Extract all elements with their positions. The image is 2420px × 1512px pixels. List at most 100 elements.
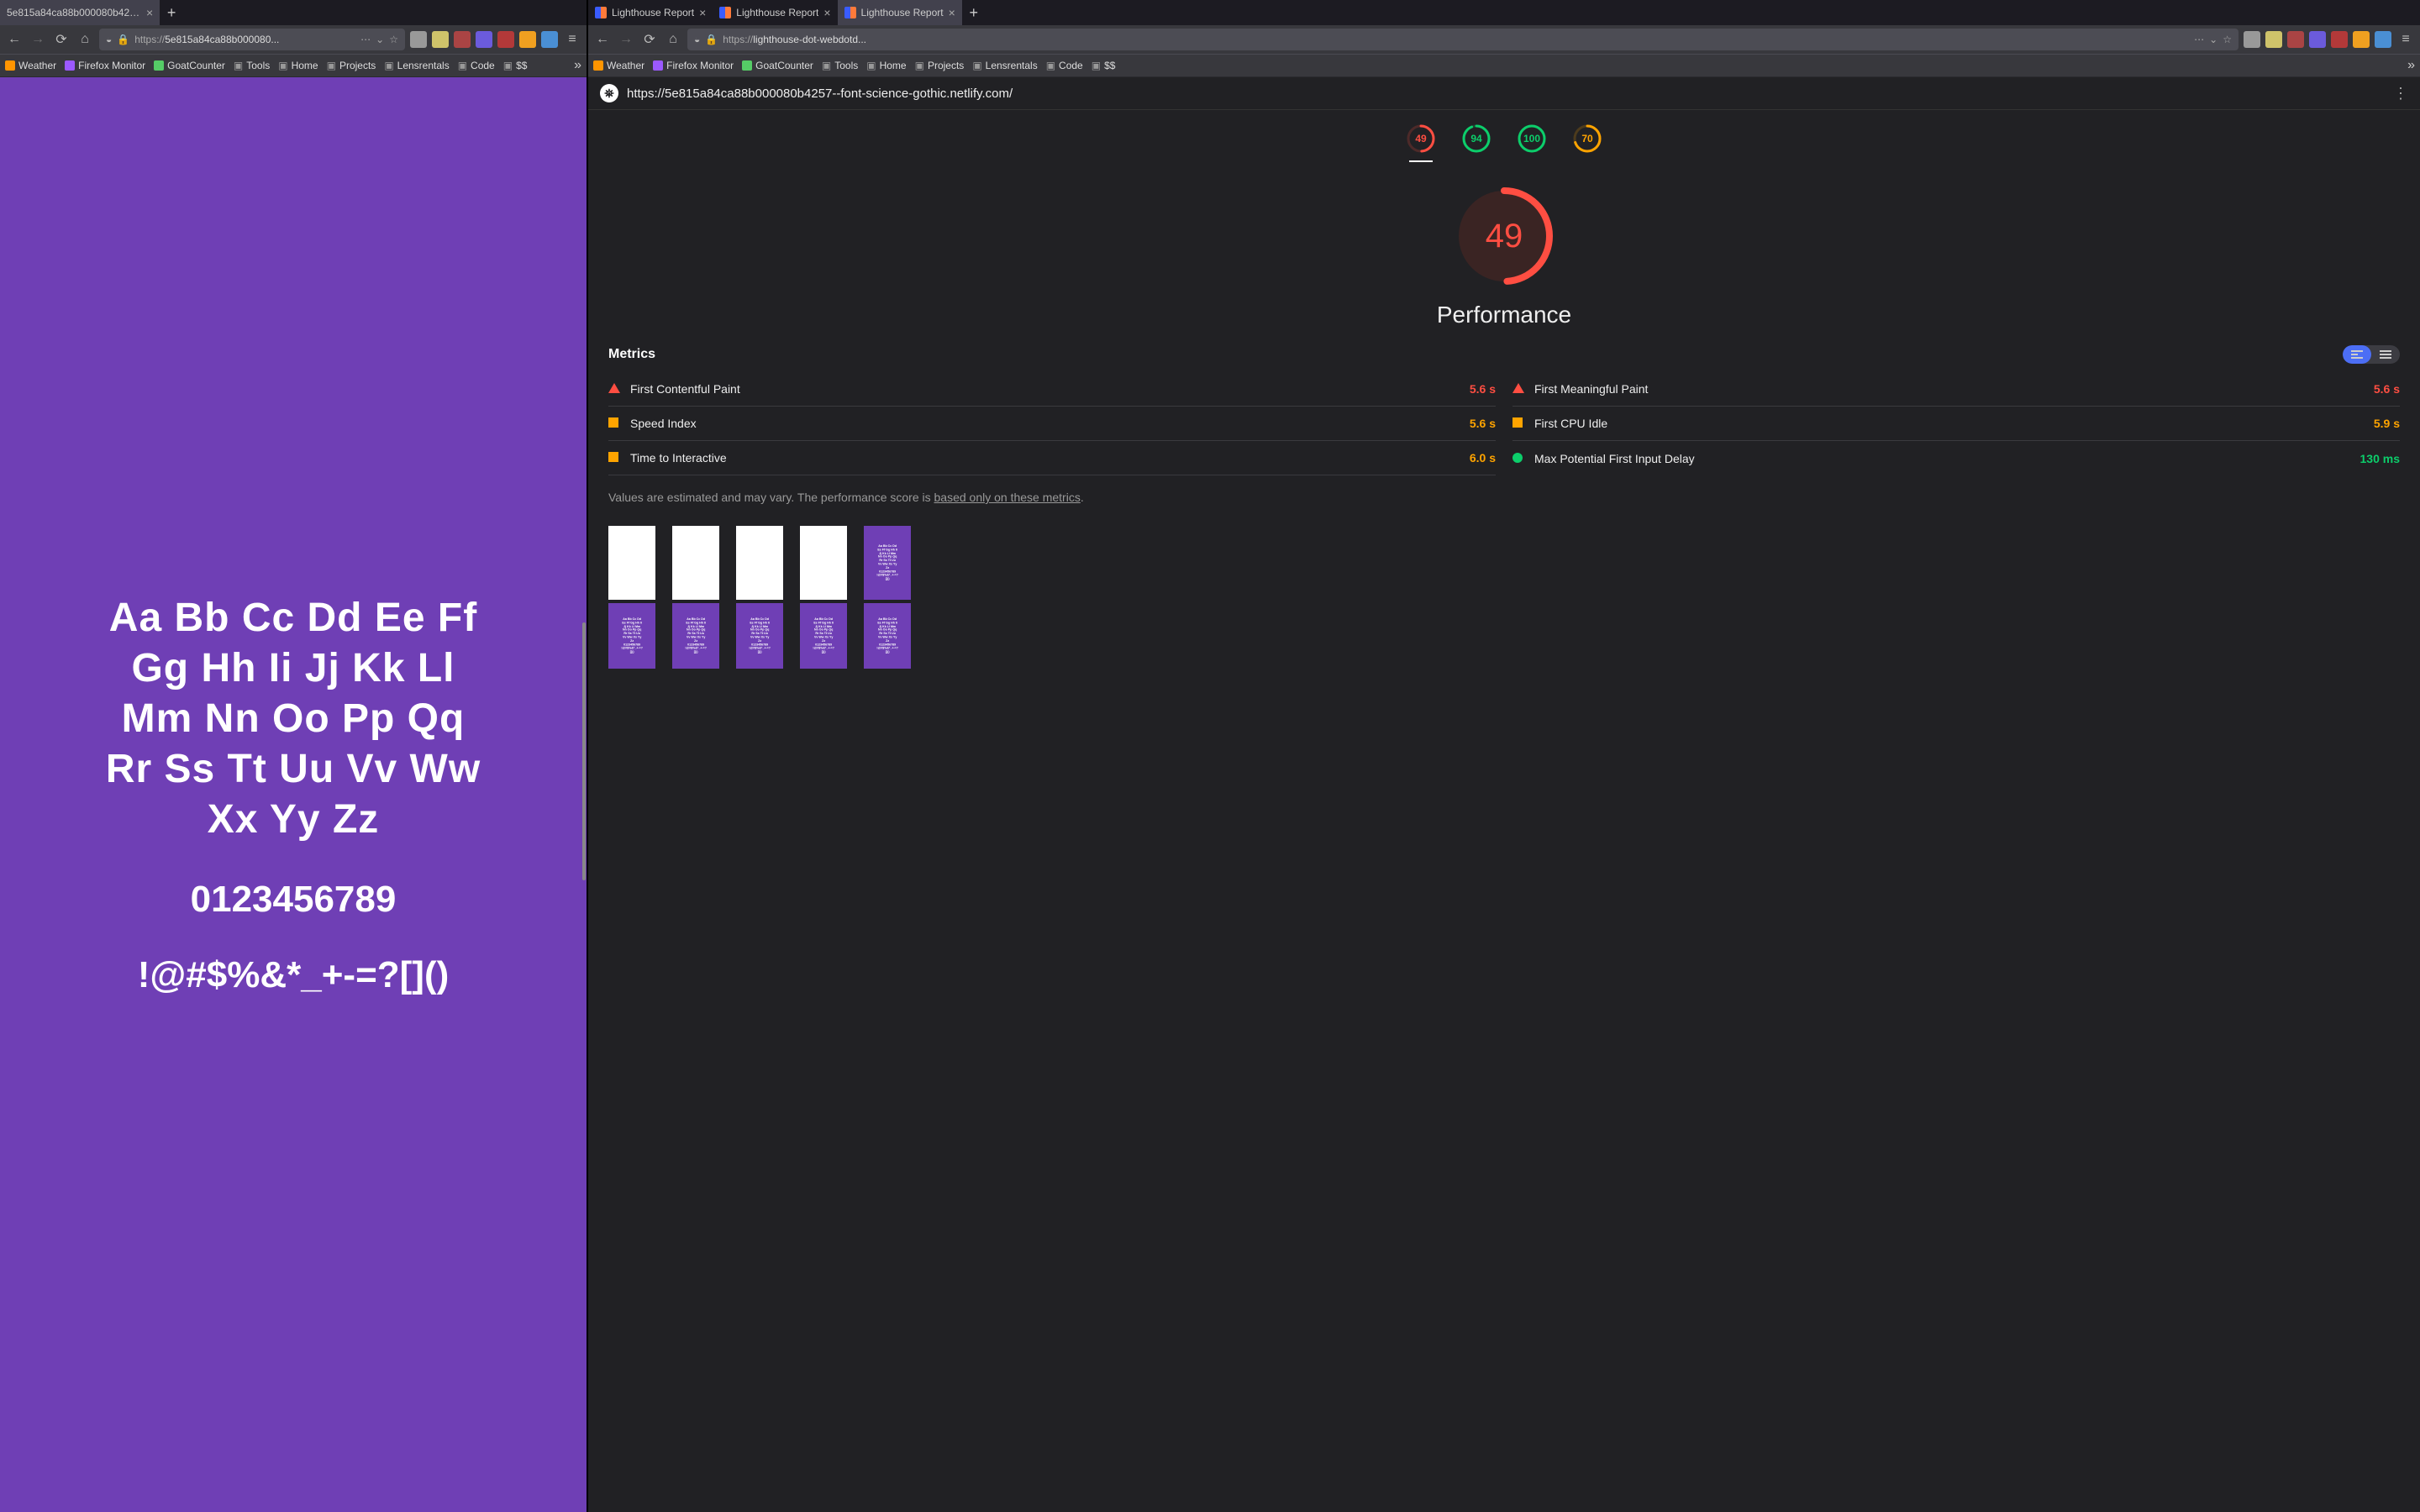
tab[interactable]: Lighthouse Report×: [713, 0, 837, 25]
bookmark-item[interactable]: GoatCounter: [742, 60, 813, 71]
close-icon[interactable]: ×: [146, 6, 153, 19]
back-button[interactable]: ←: [5, 30, 24, 49]
view-toggle-expanded[interactable]: [2343, 345, 2371, 364]
metric-row[interactable]: First CPU Idle5.9 s: [1512, 407, 2400, 441]
extension-icon[interactable]: [2265, 31, 2282, 48]
bookmark-item[interactable]: Weather: [593, 60, 644, 71]
forward-button[interactable]: →: [617, 30, 635, 49]
new-tab-button[interactable]: +: [160, 0, 183, 25]
extension-icon[interactable]: [432, 31, 449, 48]
bookmark-folder[interactable]: ▣Home: [278, 60, 318, 71]
bookmark-folder[interactable]: ▣Lensrentals: [972, 60, 1037, 71]
extension-icon[interactable]: [2287, 31, 2304, 48]
filmstrip-frame[interactable]: Aa Bb Cc DdEe Ff Gg Hh IiJj Kk Ll MmNn O…: [800, 526, 847, 669]
extension-icon[interactable]: [2309, 31, 2326, 48]
extension-icon[interactable]: [541, 31, 558, 48]
folder-icon: ▣: [234, 60, 243, 71]
new-tab-button[interactable]: +: [962, 0, 986, 25]
bookmark-folder[interactable]: ▣Code: [1046, 60, 1083, 71]
bookmark-folder[interactable]: ▣Projects: [327, 60, 376, 71]
extension-icon[interactable]: [454, 31, 471, 48]
reload-button[interactable]: ⟳: [640, 30, 659, 49]
favicon: [593, 60, 603, 71]
ellipsis-icon[interactable]: ⋯: [360, 34, 371, 45]
extension-icon[interactable]: [2244, 31, 2260, 48]
extension-icon[interactable]: [497, 31, 514, 48]
metric-row[interactable]: First Meaningful Paint5.6 s: [1512, 372, 2400, 407]
menu-button[interactable]: ≡: [563, 30, 581, 49]
bookmark-folder[interactable]: ▣Projects: [915, 60, 965, 71]
bookmark-folder[interactable]: ▣Home: [866, 60, 906, 71]
extension-icon[interactable]: [2353, 31, 2370, 48]
score-gauge[interactable]: 49: [1406, 123, 1436, 154]
extension-icon[interactable]: [519, 31, 536, 48]
bookmark-folder[interactable]: ▣Lensrentals: [384, 60, 449, 71]
bookmark-item[interactable]: GoatCounter: [154, 60, 225, 71]
view-toggle-compact[interactable]: [2371, 345, 2400, 364]
bookmark-folder[interactable]: ▣Code: [458, 60, 495, 71]
pocket-icon[interactable]: ⌄: [376, 34, 384, 45]
extension-icon[interactable]: [2331, 31, 2348, 48]
metric-row[interactable]: Speed Index5.6 s: [608, 407, 1496, 441]
close-icon[interactable]: ×: [949, 6, 955, 19]
bookmark-icon[interactable]: ☆: [389, 34, 398, 45]
lock-icon: 🔒: [705, 34, 718, 45]
pocket-icon[interactable]: ⌄: [2209, 34, 2217, 45]
filmstrip-thumb: [736, 526, 783, 600]
folder-icon: ▣: [915, 60, 924, 71]
lighthouse-favicon: [719, 7, 731, 18]
url-field[interactable]: ◒ 🔒 https://5e815a84ca88b000080... ⋯ ⌄ ☆: [99, 29, 405, 50]
folder-icon: ▣: [972, 60, 981, 71]
bookmark-folder[interactable]: ▣$$: [503, 60, 528, 71]
score-gauge[interactable]: 94: [1461, 123, 1491, 154]
menu-button[interactable]: ≡: [2396, 30, 2415, 49]
reload-button[interactable]: ⟳: [52, 30, 71, 49]
tab[interactable]: Lighthouse Report×: [838, 0, 962, 25]
gauge-score: 100: [1517, 123, 1547, 154]
filmstrip-frame[interactable]: Aa Bb Cc DdEe Ff Gg Hh IiJj Kk Ll MmNn O…: [736, 526, 783, 669]
bookmarks-overflow[interactable]: »: [574, 58, 581, 73]
bookmark-item[interactable]: Weather: [5, 60, 56, 71]
extension-icon[interactable]: [476, 31, 492, 48]
bookmark-item[interactable]: Firefox Monitor: [65, 60, 145, 71]
bookmark-folder[interactable]: ▣Tools: [234, 60, 270, 71]
score-gauge[interactable]: 70: [1572, 123, 1602, 154]
home-button[interactable]: ⌂: [76, 30, 94, 49]
metric-row[interactable]: First Contentful Paint5.6 s: [608, 372, 1496, 407]
forward-button[interactable]: →: [29, 30, 47, 49]
performance-score: 49: [1454, 186, 1555, 286]
disclaimer-link[interactable]: based only on these metrics: [934, 491, 1081, 504]
bookmark-folder[interactable]: ▣Tools: [822, 60, 858, 71]
score-gauge[interactable]: 100: [1517, 123, 1547, 154]
filmstrip-thumb: Aa Bb Cc DdEe Ff Gg Hh IiJj Kk Ll MmNn O…: [672, 603, 719, 669]
tab[interactable]: Lighthouse Report×: [588, 0, 713, 25]
home-button[interactable]: ⌂: [664, 30, 682, 49]
metric-label: First Meaningful Paint: [1534, 382, 2364, 396]
bookmark-item[interactable]: Firefox Monitor: [653, 60, 734, 71]
ellipsis-icon[interactable]: ⋯: [2194, 34, 2204, 45]
filmstrip-frame[interactable]: Aa Bb Cc DdEe Ff Gg Hh IiJj Kk Ll MmNn O…: [608, 526, 655, 669]
filmstrip-frame[interactable]: Aa Bb Cc DdEe Ff Gg Hh IiJj Kk Ll MmNn O…: [672, 526, 719, 669]
extension-icon[interactable]: [2375, 31, 2391, 48]
report-menu-icon[interactable]: ⋮: [2393, 85, 2408, 102]
scrollbar[interactable]: [581, 77, 587, 1512]
bookmarks-overflow[interactable]: »: [2407, 58, 2415, 73]
close-icon[interactable]: ×: [699, 6, 706, 19]
metric-row[interactable]: Max Potential First Input Delay130 ms: [1512, 441, 2400, 475]
filmstrip-thumb: [672, 526, 719, 600]
bookmarks-bar: Weather Firefox Monitor GoatCounter ▣Tools ▣…: [588, 54, 2420, 77]
bookmark-folder[interactable]: ▣$$: [1092, 60, 1116, 71]
bookmark-icon[interactable]: ☆: [2223, 34, 2232, 45]
close-icon[interactable]: ×: [823, 6, 830, 19]
left-tab[interactable]: 5e815a84ca88b000080b4257--fo ×: [0, 0, 160, 25]
square-icon: [608, 452, 618, 462]
url-field[interactable]: ◒ 🔒 https://lighthouse-dot-webdotd... ⋯ …: [687, 29, 2238, 50]
metric-value: 130 ms: [2360, 452, 2400, 465]
folder-icon: ▣: [384, 60, 393, 71]
filmstrip-frame[interactable]: Aa Bb Cc DdEe Ff Gg Hh IiJj Kk Ll MmNn O…: [864, 526, 911, 669]
metric-row[interactable]: Time to Interactive6.0 s: [608, 441, 1496, 475]
scrollbar-thumb[interactable]: [582, 622, 586, 880]
back-button[interactable]: ←: [593, 30, 612, 49]
lighthouse-icon: ⛯: [600, 84, 618, 102]
extension-icon[interactable]: [410, 31, 427, 48]
